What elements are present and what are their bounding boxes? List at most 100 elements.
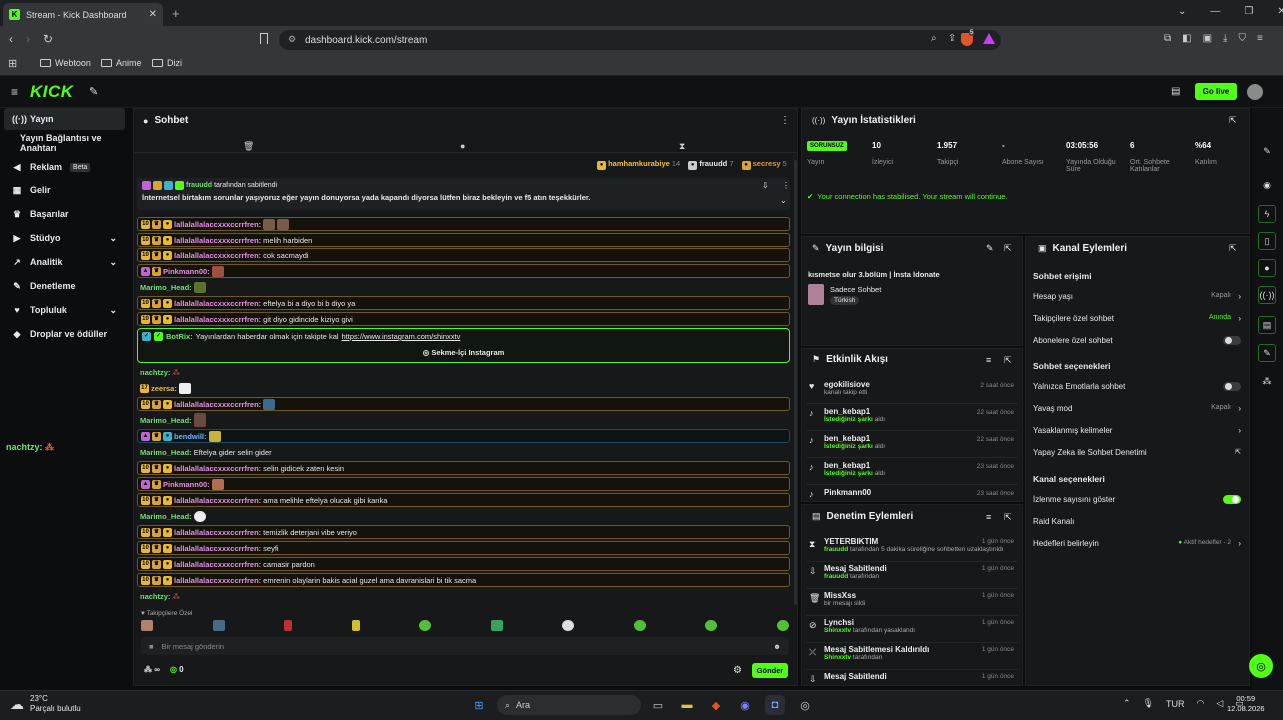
rail-broadcast-icon[interactable]: ((·)) <box>1258 286 1276 304</box>
rail-camera-icon[interactable]: ◉ <box>1258 176 1276 194</box>
emote-2[interactable] <box>212 620 225 631</box>
send-button[interactable]: Gönder <box>752 663 788 678</box>
sidebar-item-analitik[interactable]: ↗ Analitik ⌄ <box>4 251 125 273</box>
slow-mode-row[interactable]: Yavaş mod Kapalı › <box>1033 404 1241 413</box>
chat-message[interactable]: Marimo_Head: <box>137 509 790 523</box>
popout-icon[interactable]: ⇱ <box>1004 512 1012 523</box>
chat-message[interactable]: 10 ♛ ● lallalallalaccxxxccrrfren: ama melihl… <box>137 493 790 507</box>
emote-6[interactable] <box>490 620 503 631</box>
wallet-icon[interactable]: ▣ <box>1203 33 1212 44</box>
popout-icon[interactable]: ⇱ <box>1229 243 1237 254</box>
emote-10[interactable] <box>776 620 789 631</box>
instagram-link[interactable]: https://www.instagram.com/shinxxtv <box>342 332 461 341</box>
sidebar-item-basarilar[interactable]: ♛ Başarılar <box>4 203 125 225</box>
kick-logo[interactable]: KICK <box>30 82 74 102</box>
chat-message[interactable]: 10 ♛ ● lallalallalaccxxxccrrfren: <box>137 397 790 411</box>
moderation-item[interactable]: ⤫ Mesaj Sabitlemesi Kaldırıldı Shinxxtv ta… <box>806 643 1018 670</box>
task-view-icon[interactable]: ▭ <box>648 695 668 715</box>
subs-only-toggle[interactable] <box>1223 336 1241 345</box>
emote-1[interactable] <box>141 620 153 631</box>
chat-menu-icon[interactable]: ⋮ <box>780 115 790 126</box>
followers-only-row[interactable]: Takipçilere özel sohbet Anında › <box>1033 314 1241 323</box>
goals-row[interactable]: Hedefleri belirleyin ● Aktif hedefler - 2… <box>1033 539 1241 548</box>
rail-users-icon[interactable]: ⁂ <box>1258 372 1276 390</box>
hamburger-icon[interactable]: ≡ <box>11 85 18 99</box>
app-icon[interactable]: ◘ <box>765 695 785 715</box>
moderation-item[interactable]: ⊘ Lynchsi Shinxxtv tarafından yasaklandı 1 … <box>806 616 1018 643</box>
rail-chat-icon[interactable]: ● <box>1258 259 1276 277</box>
mic-icon[interactable]: 🎙 <box>1143 698 1154 709</box>
moderation-item[interactable]: ⇩ Mesaj Sabitlendi frauudd tarafından 1 gün… <box>806 562 1018 589</box>
chat-message[interactable]: 10 ♛ ● lallalallalaccxxxccrrfren: git diyo g… <box>137 312 790 326</box>
gifter-1[interactable]: ● hamhamkurabiye 14 <box>597 159 680 170</box>
gifter-2[interactable]: ● frauudd 7 <box>688 159 734 170</box>
popout-icon[interactable]: ⇱ <box>1004 243 1012 254</box>
sidebar-item-reklam[interactable]: ◀ Reklam Beta <box>4 156 125 178</box>
sidebar-item-topluluk[interactable]: ♥ Topluluk ⌄ <box>4 299 125 321</box>
moderation-item[interactable]: 🗑 MissXss bir mesajı sildi 1 gün önce <box>806 589 1018 616</box>
rail-phone-icon[interactable]: ▯ <box>1258 232 1276 250</box>
emote-3[interactable] <box>284 620 293 631</box>
volume-icon[interactable]: ◁ <box>1216 698 1223 709</box>
vpn-icon[interactable]: ⛉ <box>1238 33 1246 44</box>
emote-9[interactable] <box>705 620 718 631</box>
raid-row[interactable]: Raid Kanalı <box>1033 517 1074 526</box>
apps-icon[interactable]: ⊞ <box>8 57 17 70</box>
popout-icon[interactable]: ⇱ <box>1229 115 1237 126</box>
gifter-3[interactable]: ● secresy 5 <box>741 159 787 170</box>
moderation-item[interactable]: ⧗ YETERBIKTIM frauudd tarafından 5 dakika … <box>806 535 1018 562</box>
window-controls[interactable]: ⌄ — ❐ ✕ <box>1178 6 1283 17</box>
emoji-icon[interactable]: ☻ <box>773 642 781 651</box>
back-icon[interactable]: ‹ <box>9 32 13 46</box>
ai-moderation-row[interactable]: Yapay Zeka ile Sohbet Denetimi ⇱ <box>1033 448 1241 457</box>
taskbar-search[interactable]: ⌕ Ara <box>497 695 641 715</box>
account-age-row[interactable]: Hesap yaşı Kapalı › <box>1033 292 1241 301</box>
file-explorer-icon[interactable]: ▬ <box>677 695 697 715</box>
expand-pinned-icon[interactable]: ⌄ <box>780 196 787 205</box>
chat-settings-icon[interactable]: ⚙ <box>733 665 742 676</box>
emote-4[interactable] <box>351 620 360 631</box>
category-name[interactable]: Sadece Sohbet <box>830 285 881 294</box>
chat-message[interactable]: nachtzy: ⁂ <box>137 589 790 603</box>
chat-message[interactable]: 10 ♛ ● lallalallalaccxxxccrrfren: selin gidi… <box>137 461 790 475</box>
maximize-icon[interactable]: ❐ <box>1244 6 1253 17</box>
tab-search-icon[interactable]: ⌄ <box>1178 6 1186 17</box>
download-icon[interactable]: ⤓ <box>1223 33 1227 44</box>
rail-edit-icon[interactable]: ✎ <box>1258 142 1276 160</box>
popout-icon[interactable]: ⇱ <box>1004 355 1012 366</box>
sidebar-item-stream-key[interactable]: Yayın Bağlantısı ve Anahtarı <box>4 132 125 154</box>
emote-7[interactable] <box>562 620 575 631</box>
chat-message[interactable]: 10 ♛ ● lallalallalaccxxxccrrfren: seyfi <box>137 541 790 555</box>
wifi-icon[interactable]: ◠ <box>1196 698 1204 709</box>
banned-words-row[interactable]: Yasaklanmış kelimeler › <box>1033 426 1241 435</box>
chat-message[interactable]: 10 ♛ ● lallalallalaccxxxccrrfren: emrenin ol… <box>137 573 790 587</box>
emotes-only-toggle[interactable] <box>1223 382 1241 391</box>
emote-8[interactable] <box>633 620 646 631</box>
chat-message[interactable]: 10 ♛ ● lallalallalaccxxxccrrfren: <box>137 217 790 231</box>
pinned-message[interactable]: frauudd tarafından sabitlendi İnternetse… <box>137 178 790 210</box>
obs-icon[interactable]: ◎ <box>795 695 815 715</box>
chat-message[interactable]: nachtzy: ⁂ <box>137 365 790 379</box>
gift-icon[interactable]: ■ <box>149 642 154 651</box>
go-live-button[interactable]: Go live <box>1195 83 1237 100</box>
show-viewers-toggle[interactable] <box>1223 495 1241 504</box>
chat-message[interactable]: 17 zeersa: <box>137 381 790 395</box>
forward-icon[interactable]: › <box>26 32 30 46</box>
chat-message[interactable]: 10 ♛ ● lallalallalaccxxxccrrfren: camasir pa… <box>137 557 790 571</box>
close-tab-icon[interactable]: ✕ <box>149 9 157 20</box>
rewards-icon[interactable] <box>983 33 995 44</box>
preview-icon[interactable]: ▤ <box>1171 86 1180 97</box>
activity-item[interactable]: ♪ ben_kebap1 İstediğiniz şarkı aldı 22 saat… <box>806 404 1018 431</box>
url-input[interactable]: dashboard.kick.com/stream <box>279 30 1001 50</box>
sidebar-icon[interactable]: ◧ <box>1182 33 1191 44</box>
activity-item[interactable]: ♥ egokilisiove kanalı takip etti 2 saat ön… <box>806 377 1018 404</box>
reload-icon[interactable]: ↻ <box>43 32 53 46</box>
sidebar-item-yayin[interactable]: ((·)) Yayın <box>4 108 125 130</box>
weather-widget[interactable]: ☁ 23°C Parçalı bulutlu <box>10 694 81 714</box>
language-indicator[interactable]: TUR <box>1166 699 1185 709</box>
brave-icon[interactable]: ◆ <box>706 695 726 715</box>
chat-message[interactable]: Marimo_Head: <box>137 413 790 427</box>
filter-icon[interactable]: ≡ <box>986 512 991 522</box>
edit-icon[interactable]: ✎ <box>986 243 994 254</box>
pinned-menu-icon[interactable]: ⋮ <box>782 181 790 190</box>
